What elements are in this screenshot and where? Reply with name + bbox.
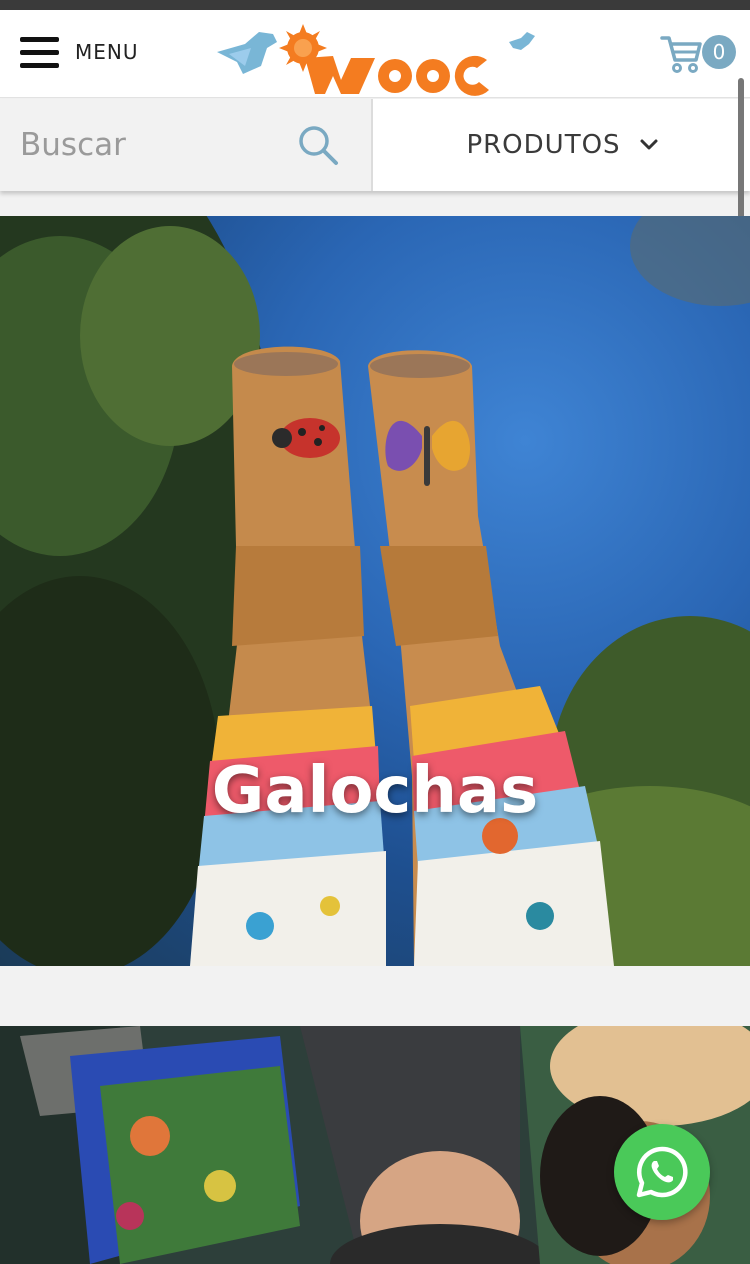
search-icon[interactable] xyxy=(296,123,340,167)
products-dropdown[interactable]: PRODUTOS xyxy=(375,99,750,191)
whatsapp-icon xyxy=(636,1146,688,1198)
cart-button[interactable]: 0 xyxy=(660,32,740,76)
menu-button[interactable]: MENU xyxy=(20,32,139,72)
search-input[interactable] xyxy=(20,121,280,169)
hero-banner-galochas[interactable]: Galochas xyxy=(0,216,750,966)
search-bar: PRODUTOS xyxy=(0,99,750,191)
page: MENU 0 Buscar PRODUTOS Galochas xyxy=(0,0,750,1264)
status-strip xyxy=(0,0,750,10)
cart-icon xyxy=(660,36,702,73)
hamburger-icon xyxy=(20,35,60,69)
hero-image xyxy=(0,216,750,966)
products-label: PRODUTOS xyxy=(466,130,621,160)
menu-label: MENU xyxy=(75,40,139,64)
chevron-down-icon xyxy=(640,139,658,150)
search-box xyxy=(0,99,373,191)
cart-count-badge: 0 xyxy=(702,35,736,69)
scrollbar[interactable] xyxy=(738,78,744,230)
site-header: MENU 0 xyxy=(0,10,750,98)
hero-title: Galochas xyxy=(211,754,539,828)
wooc-logo[interactable] xyxy=(215,18,535,98)
whatsapp-button[interactable] xyxy=(614,1124,710,1220)
